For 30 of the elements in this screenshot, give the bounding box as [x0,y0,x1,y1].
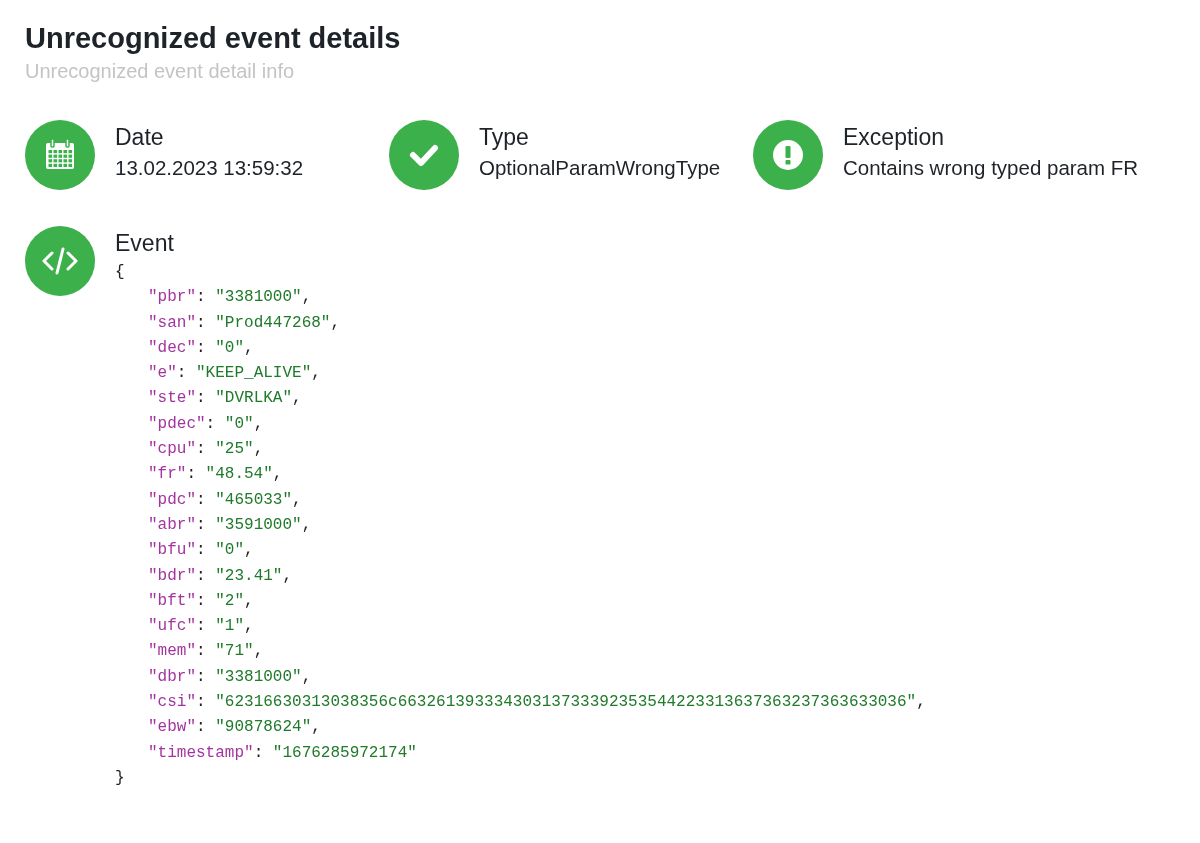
detail-value: Contains wrong typed param FR [843,155,1139,181]
code-line: "timestamp": "1676285972174" [147,742,418,764]
detail-label: Date [115,123,165,152]
code-brace: } [115,767,126,789]
code-line: "bfu": "0", [147,540,255,562]
code-line: "pdec": "0", [147,413,265,435]
code-line: "mem": "71", [147,641,265,663]
detail-label: Exception [843,123,945,152]
code-line: "bdr": "23.41", [147,565,294,587]
code-line: "pdc": "465033", [147,489,303,511]
detail-label: Event [115,229,175,258]
code-line: "pbr": "3381000", [147,287,313,309]
code-line: "e": "KEEP_ALIVE", [147,363,322,385]
code-line: "cpu": "25", [147,439,265,461]
code-line: "ufc": "1", [147,616,255,638]
code-line: "fr": "48.54", [147,464,284,486]
code-brace: { [115,262,126,283]
page-subtitle: Unrecognized event detail info [25,59,296,84]
detail-value: 13.02.2023 13:59:32 [115,155,304,181]
code-line: "csi": "62316630313038356c66326139333430313733392353544223313637363237363633036", [147,692,926,714]
detail-value: OptionalParamWrongType [479,155,721,181]
code-line: "ebw": "90878624", [147,717,322,739]
code-line: "bft": "2", [147,590,255,612]
page-title: Unrecognized event details [25,21,402,56]
detail-label: Type [479,123,530,152]
code-line: "dbr": "3381000", [147,666,313,688]
code-line: "dec": "0", [147,337,255,359]
code-line: "san": "Prod447268", [147,312,342,334]
code-line: "abr": "3591000", [147,514,313,536]
code-line: "ste": "DVRLKA", [147,388,303,410]
